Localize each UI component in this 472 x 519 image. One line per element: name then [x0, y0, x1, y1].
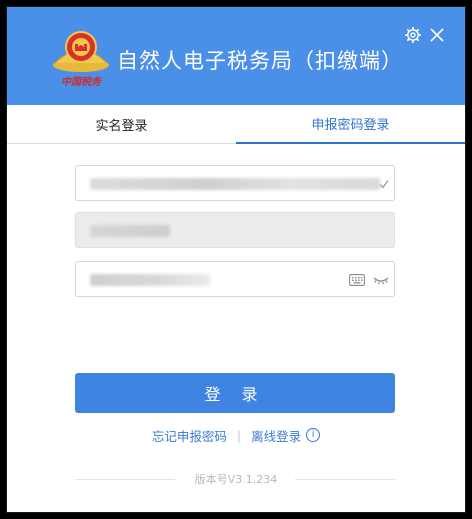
info-icon[interactable]: i — [306, 428, 321, 442]
tab-real-name-login[interactable]: 实名登录 — [7, 105, 236, 143]
forgot-password-link[interactable]: 忘记申报密码 — [152, 426, 227, 445]
header-bar: 中国税务 自然人电子税务局（扣缴端） — [7, 7, 465, 105]
redacted-password — [90, 274, 210, 286]
tab-password-login[interactable]: 申报密码登录 — [236, 105, 465, 144]
redacted-name — [90, 225, 170, 237]
close-icon[interactable] — [427, 25, 447, 45]
redacted-account — [90, 178, 380, 190]
login-window: 中国税务 自然人电子税务局（扣缴端） 实名登录 申报密码登录 登 录 忘记申报密… — [6, 6, 466, 513]
account-input[interactable] — [75, 165, 395, 201]
link-separator: | — [236, 427, 242, 443]
keyboard-icon[interactable] — [348, 270, 366, 290]
emblem-text: 中国税务 — [61, 77, 101, 88]
login-tabs: 实名登录 申报密码登录 — [7, 105, 465, 144]
login-button[interactable]: 登 录 — [75, 373, 395, 413]
check-icon — [376, 174, 392, 194]
name-field — [75, 212, 395, 248]
version-label: 版本号V3.1.234 — [194, 473, 278, 486]
tax-emblem-logo — [49, 29, 113, 73]
offline-login-link[interactable]: 离线登录 — [251, 426, 301, 445]
app-title: 自然人电子税务局（扣缴端） — [117, 49, 403, 73]
password-input[interactable] — [75, 261, 395, 297]
secondary-links: 忘记申报密码 | 离线登录 i — [7, 425, 465, 445]
gear-icon[interactable] — [403, 25, 423, 45]
eye-closed-icon[interactable] — [372, 270, 390, 290]
